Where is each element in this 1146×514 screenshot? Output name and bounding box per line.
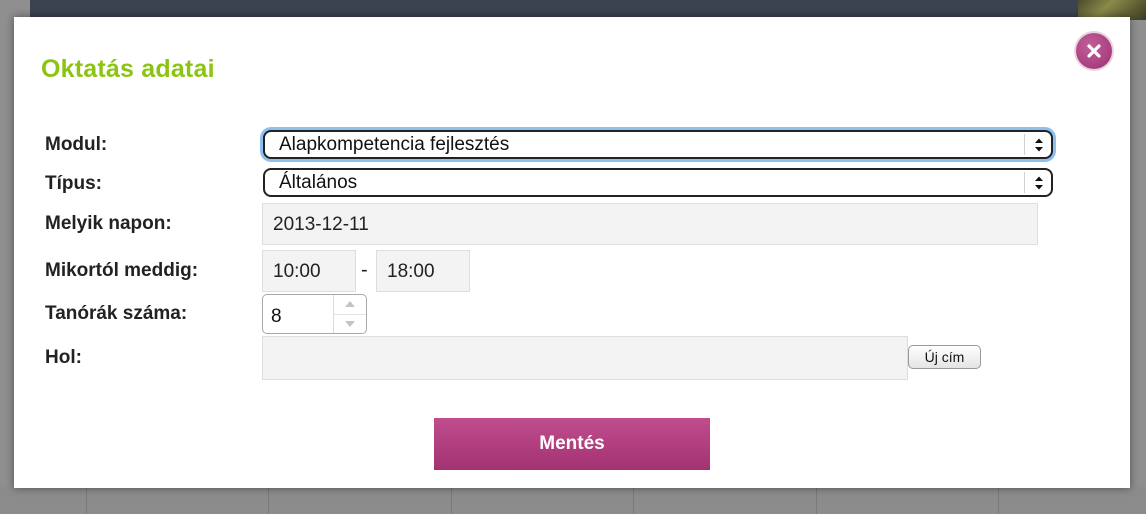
select-divider xyxy=(1024,134,1025,155)
training-details-modal: Oktatás adatai Modul: Alapkompetencia fe… xyxy=(14,17,1130,488)
time-to-value: 18:00 xyxy=(387,261,435,282)
modul-selected-value: Alapkompetencia fejlesztés xyxy=(279,134,510,155)
modul-select[interactable]: Alapkompetencia fejlesztés xyxy=(263,130,1053,159)
lesson-count-input[interactable]: 8 xyxy=(262,294,367,334)
time-range-label: Mikortól meddig: xyxy=(45,260,199,281)
location-label: Hol: xyxy=(45,347,82,368)
save-button[interactable]: Mentés xyxy=(434,418,710,470)
grid-line xyxy=(633,485,634,514)
grid-line xyxy=(998,485,999,514)
grid-line xyxy=(816,485,817,514)
updown-arrows-icon xyxy=(1035,176,1043,190)
date-value: 2013-12-11 xyxy=(273,214,369,235)
location-input[interactable] xyxy=(262,336,908,380)
time-from-value: 10:00 xyxy=(273,261,321,282)
close-button[interactable] xyxy=(1076,33,1112,69)
chevron-down-icon xyxy=(345,321,355,327)
lesson-count-value: 8 xyxy=(271,306,282,327)
chevron-up-icon xyxy=(345,301,355,307)
time-from-input[interactable]: 10:00 xyxy=(262,250,356,292)
stepper-down-button[interactable] xyxy=(334,314,366,333)
lesson-count-label: Tanórák száma: xyxy=(45,303,188,324)
grid-line xyxy=(268,485,269,514)
updown-arrows-icon xyxy=(1035,138,1043,152)
close-icon xyxy=(1087,44,1101,58)
select-divider xyxy=(1024,172,1025,193)
new-address-button[interactable]: Új cím xyxy=(908,345,981,369)
grid-line xyxy=(451,485,452,514)
date-label: Melyik napon: xyxy=(45,213,172,234)
modul-label: Modul: xyxy=(45,134,108,155)
tipus-selected-value: Általános xyxy=(279,172,358,193)
time-range-separator: - xyxy=(361,259,368,281)
lesson-count-stepper xyxy=(333,295,366,333)
time-to-input[interactable]: 18:00 xyxy=(376,250,470,292)
stepper-up-button[interactable] xyxy=(334,295,366,315)
tipus-label: Típus: xyxy=(45,173,102,194)
modal-title: Oktatás adatai xyxy=(41,55,215,83)
date-input[interactable]: 2013-12-11 xyxy=(262,203,1038,245)
tipus-select[interactable]: Általános xyxy=(263,168,1053,197)
grid-line xyxy=(86,485,87,514)
background-calendar-grid xyxy=(0,485,1146,514)
